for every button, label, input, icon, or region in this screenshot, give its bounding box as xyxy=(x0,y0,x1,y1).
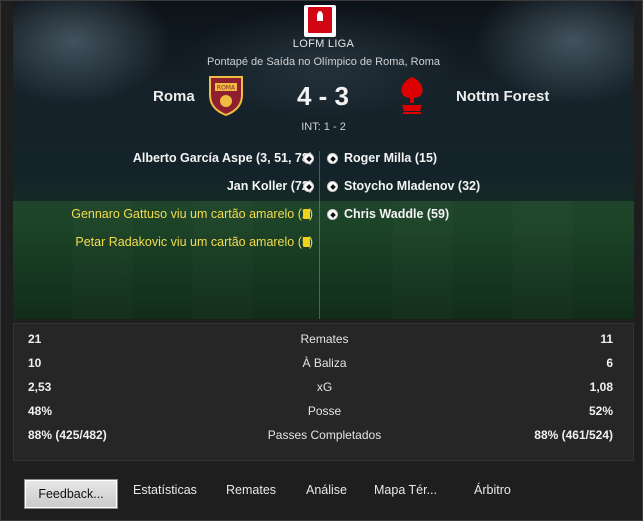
goal-event-away[interactable]: Stoycho Mladenov (32) xyxy=(344,179,480,193)
goal-event-home[interactable]: Alberto García Aspe (3, 51, 78) xyxy=(133,151,313,165)
ball-icon xyxy=(303,153,314,164)
feedback-button[interactable]: Feedback... xyxy=(24,479,118,509)
stat-label: Remates xyxy=(300,332,349,346)
stat-label: xG xyxy=(316,380,333,394)
stat-label: Posse xyxy=(307,404,342,418)
ball-icon xyxy=(327,181,338,192)
tab-analise[interactable]: Análise xyxy=(306,483,347,497)
away-stat-value: 1,08 xyxy=(589,380,613,394)
stat-row-passes: 88% (425/482) Passes Completados 88% (46… xyxy=(14,424,635,446)
ball-icon xyxy=(303,181,314,192)
league-name: LOFM LIGA xyxy=(292,38,355,50)
tab-mapa-termico[interactable]: Mapa Tér... xyxy=(374,483,437,497)
card-event-home[interactable]: Petar Radakovic viu um cartão amarelo (5… xyxy=(75,235,313,249)
match-report-window: LOFM LIGA Pontapé de Saída no Olímpico d… xyxy=(0,0,643,521)
stat-row-possession: 48% Posse 52% xyxy=(14,400,635,422)
stat-row-on-target: 10 À Baliza 6 xyxy=(14,352,635,374)
match-header: LOFM LIGA Pontapé de Saída no Olímpico d… xyxy=(13,1,634,319)
yellow-card-icon xyxy=(303,209,310,219)
match-score: 4 - 3 xyxy=(296,81,350,111)
goal-event-away[interactable]: Chris Waddle (59) xyxy=(344,207,449,221)
halftime-score: INT: 1 - 2 xyxy=(301,121,346,133)
center-divider xyxy=(319,151,320,319)
tab-estatisticas[interactable]: Estatísticas xyxy=(133,483,197,497)
away-stat-value: 88% (461/524) xyxy=(534,428,613,442)
away-stat-value: 52% xyxy=(588,404,613,418)
stat-row-shots: 21 Remates 11 xyxy=(14,328,635,350)
stats-table: 21 Remates 11 10 À Baliza 6 2,53 xG 1,08… xyxy=(13,323,634,461)
ball-icon xyxy=(327,153,338,164)
goal-event-away[interactable]: Roger Milla (15) xyxy=(344,151,437,165)
home-team-name[interactable]: Roma xyxy=(153,88,195,105)
stat-label: À Baliza xyxy=(302,356,347,370)
tab-remates[interactable]: Remates xyxy=(226,483,276,497)
away-team-name[interactable]: Nottm Forest xyxy=(456,88,549,105)
svg-text:ROMA: ROMA xyxy=(217,85,236,92)
yellow-card-icon xyxy=(303,237,310,247)
tab-arbitro[interactable]: Árbitro xyxy=(474,483,511,497)
nottm-forest-crest-icon[interactable] xyxy=(397,75,427,119)
venue-text: Pontapé de Saída no Olímpico de Roma, Ro… xyxy=(207,56,440,68)
league-logo-icon xyxy=(304,5,336,37)
roma-crest-icon[interactable]: ROMA xyxy=(207,73,245,117)
ball-icon xyxy=(327,209,338,220)
bottom-tab-bar: Feedback... Estatísticas Remates Análise… xyxy=(13,471,634,515)
goal-event-home[interactable]: Jan Koller (72) xyxy=(227,179,313,193)
stat-row-xg: 2,53 xG 1,08 xyxy=(14,376,635,398)
away-stat-value: 6 xyxy=(606,356,613,370)
away-stat-value: 11 xyxy=(600,332,613,346)
card-event-home[interactable]: Gennaro Gattuso viu um cartão amarelo (2… xyxy=(71,207,313,221)
